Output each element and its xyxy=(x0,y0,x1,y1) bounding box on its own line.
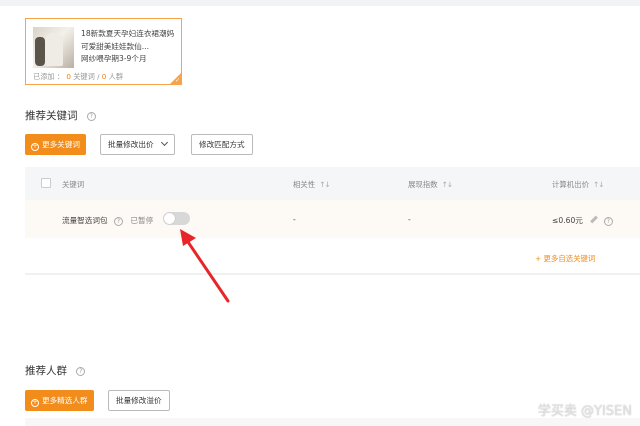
add-crowd-label: 更多精选人群 xyxy=(42,396,88,405)
impressions-cell: - xyxy=(408,215,411,224)
keyword-count-label: 关键词 / xyxy=(73,72,100,81)
crowd-count-label: 人群 xyxy=(108,72,124,81)
toggle-knob xyxy=(164,213,175,224)
product-stats: 已添加 ： 0 关键词 / 0 人群 xyxy=(33,72,123,82)
column-relevance[interactable]: 相关性 ↑↓ xyxy=(293,179,331,190)
add-keywords-label: 更多关键词 xyxy=(42,140,80,149)
crowd-title-text: 推荐人群 xyxy=(25,365,67,377)
bulk-bid-label: 批量修改出价 xyxy=(108,140,154,149)
edit-icon[interactable] xyxy=(589,215,598,224)
sort-icon[interactable]: ↑↓ xyxy=(319,180,330,189)
bulk-premium-label: 批量修改溢价 xyxy=(116,396,162,405)
crowd-count: 0 xyxy=(101,72,107,81)
plus-icon: + xyxy=(31,143,39,151)
check-icon: ✓ xyxy=(174,77,180,84)
sort-icon[interactable]: ↑↓ xyxy=(442,180,453,189)
match-type-label: 修改匹配方式 xyxy=(199,140,245,149)
help-icon[interactable]: ? xyxy=(86,111,96,121)
annotation-arrow xyxy=(180,229,230,303)
help-icon[interactable]: ? xyxy=(76,366,86,376)
more-keywords-link[interactable]: + 更多自选关键词 xyxy=(535,253,595,264)
help-icon[interactable]: ? xyxy=(113,216,123,226)
status-badge: 已暂停 xyxy=(130,216,154,225)
add-keywords-button[interactable]: + 更多关键词 xyxy=(25,134,86,155)
section-divider xyxy=(25,273,640,275)
product-title: 18新款夏天孕妇连衣裙潮妈可爱甜美娃娃款仙... 网纱喂孕期3-9个月 xyxy=(81,28,179,66)
bottom-table-edge xyxy=(25,418,640,426)
keywords-title-text: 推荐关键词 xyxy=(25,110,78,122)
relevance-cell: - xyxy=(293,215,296,224)
keyword-status-toggle[interactable] xyxy=(163,212,190,225)
select-all-checkbox[interactable] xyxy=(41,178,51,188)
help-icon[interactable]: ? xyxy=(603,216,613,226)
bulk-premium-button[interactable]: 批量修改溢价 xyxy=(108,390,170,411)
bulk-bid-dropdown[interactable]: 批量修改出价 xyxy=(100,134,175,155)
keyword-cell: 流量智选词包 ? 已暂停 xyxy=(62,215,153,226)
bid-value: ≤0.60元 xyxy=(552,216,583,225)
chevron-down-icon xyxy=(160,138,168,147)
product-thumbnail xyxy=(33,27,74,68)
top-bar xyxy=(0,0,640,6)
sort-icon[interactable]: ↑↓ xyxy=(593,180,604,189)
keywords-table-header: 关键词 相关性 ↑↓ 展现指数 ↑↓ 计算机出价 ↑↓ xyxy=(25,167,640,200)
watermark: 学买卖 @YISEN xyxy=(537,404,632,419)
column-keyword: 关键词 xyxy=(62,180,85,189)
match-type-button[interactable]: 修改匹配方式 xyxy=(191,134,253,155)
column-bid[interactable]: 计算机出价 ↑↓ xyxy=(552,179,604,190)
column-impressions[interactable]: 展现指数 ↑↓ xyxy=(408,179,453,190)
plus-icon: + xyxy=(31,399,39,407)
bid-cell: ≤0.60元? xyxy=(552,215,613,226)
table-row: 流量智选词包 ? 已暂停 - - ≤0.60元? xyxy=(25,200,640,238)
keyword-count: 0 xyxy=(66,72,71,81)
product-title-text: 18新款夏天孕妇连衣裙潮妈可爱甜美娃娃款仙... xyxy=(81,29,175,51)
crowd-section-title: 推荐人群 ? xyxy=(25,363,86,378)
added-label: 已添加 ： xyxy=(33,72,65,81)
product-card[interactable]: 18新款夏天孕妇连衣裙潮妈可爱甜美娃娃款仙... 网纱喂孕期3-9个月 已添加 … xyxy=(25,18,182,85)
keyword-name: 流量智选词包 xyxy=(62,216,108,225)
add-crowd-button[interactable]: + 更多精选人群 xyxy=(25,390,94,411)
product-subtitle: 网纱喂孕期3-9个月 xyxy=(81,54,147,63)
keywords-section-title: 推荐关键词 ? xyxy=(25,108,96,123)
